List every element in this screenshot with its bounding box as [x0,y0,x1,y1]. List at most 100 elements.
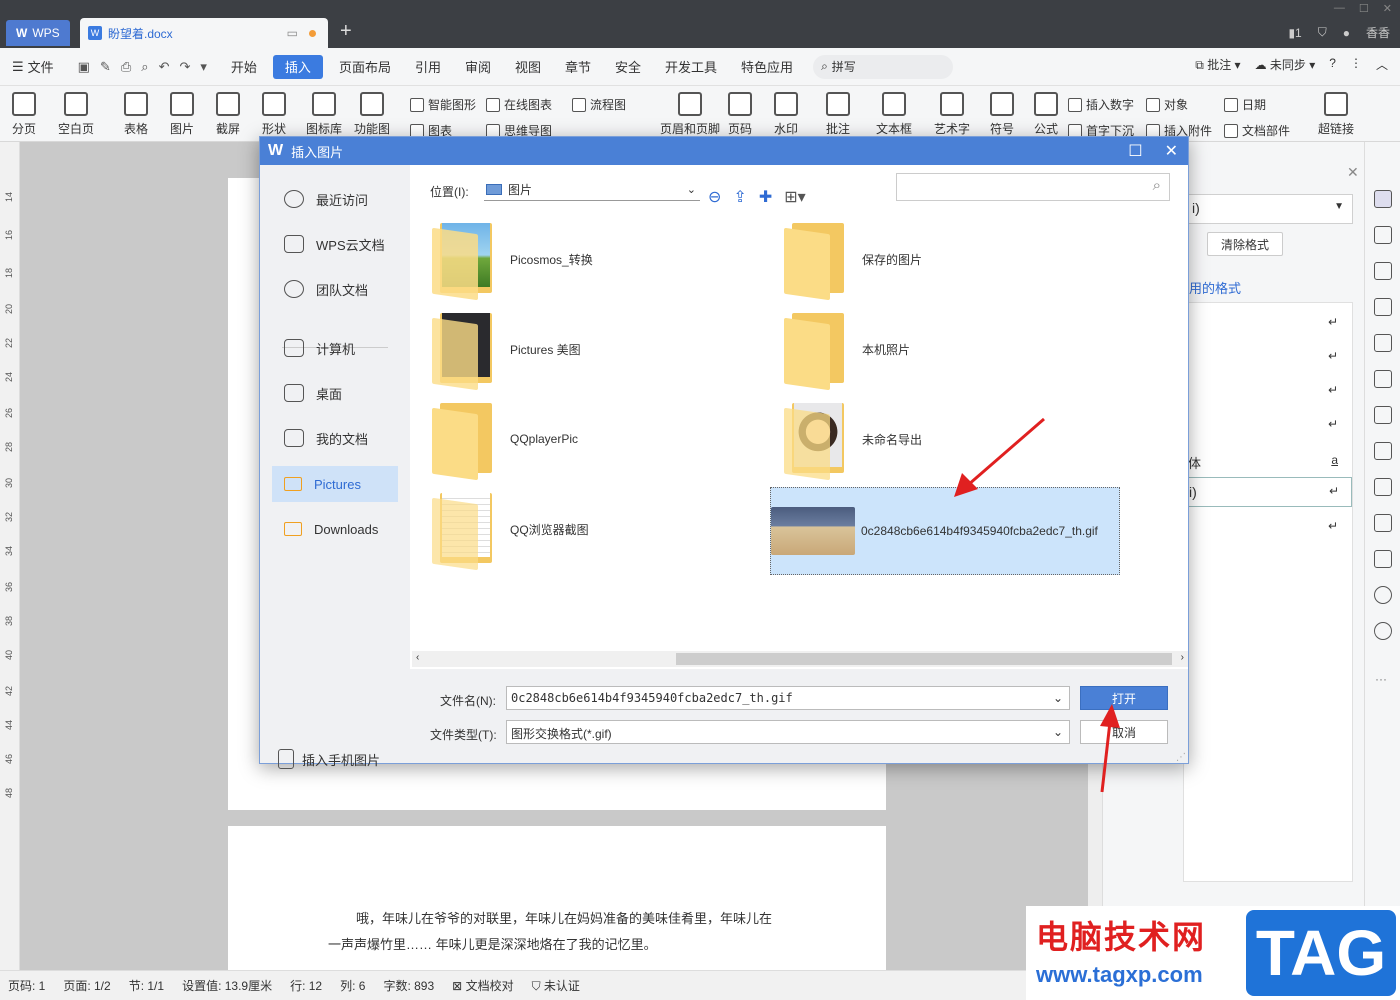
close-icon[interactable]: ✕ [1165,141,1178,161]
style-entry-text[interactable]: 体 [1188,453,1201,472]
command-search[interactable]: ⌕ 拼写 [813,54,954,79]
online-chart-button[interactable]: 在线图表 [486,96,552,113]
status-pages[interactable]: 页面: 1/2 [63,977,110,994]
translate-icon[interactable] [1374,442,1392,460]
fill-icon[interactable] [1374,298,1392,316]
sidebar-item-pictures[interactable]: Pictures [272,466,398,502]
file-item-saved-pictures[interactable]: 保存的图片 [772,215,1122,303]
history-icon[interactable] [1374,586,1392,604]
sidebar-item-desktop[interactable]: 桌面 [272,375,398,411]
up-folder-icon[interactable]: ⇪ [733,187,746,207]
scrollbar-thumb[interactable] [676,653,1172,665]
char-style-icon[interactable]: a [1331,453,1338,467]
tab-insert[interactable]: 插入 [272,54,323,79]
new-tab-button[interactable]: + [340,20,352,43]
user-avatar[interactable]: ● [1343,26,1350,40]
page-break-button[interactable]: 分页 [12,92,36,137]
new-folder-icon[interactable]: ✚ [759,187,772,207]
undo-icon[interactable]: ↶ [159,59,170,75]
file-list-scrollbar[interactable]: ‹ › [412,651,1188,667]
shapes-icon[interactable] [1374,262,1392,280]
date-button[interactable]: 日期 [1224,96,1266,113]
monitor-icon[interactable]: ▭ [287,26,298,40]
document-paragraph-line-1[interactable]: 哦，年味儿在爷爷的对联里，年味儿在妈妈准备的美味佳肴里，年味儿在 [328,906,798,932]
sync-button[interactable]: ☁ 未同步 ▾ [1255,56,1316,73]
annotate-button[interactable]: ⧉ 批注 ▾ [1195,56,1240,73]
style-select[interactable]: i) ▼ [1183,194,1353,224]
page-number-button[interactable]: 页码 [728,92,752,137]
pointer-icon[interactable] [1374,226,1392,244]
style-entry-selected[interactable]: i) ↵ [1184,477,1352,507]
user-name[interactable]: 香香 [1366,24,1390,41]
sidebar-item-my-documents[interactable]: 我的文档 [272,420,398,456]
paragraph-mark-icon[interactable]: ↵ [1328,417,1338,431]
sidebar-item-team-docs[interactable]: 团队文档 [272,271,398,307]
certification-button[interactable]: ⛉ 未认证 [532,977,580,994]
file-item-picosmos[interactable]: Picosmos_转换 [420,215,770,303]
tab-references[interactable]: 引用 [403,55,453,79]
file-item-pictures-meitu[interactable]: Pictures 美图 [420,305,770,393]
object-button[interactable]: 对象 [1146,96,1188,113]
minimize-icon[interactable]: — [1334,2,1345,15]
view-mode-icon[interactable]: ⊞▾ [784,187,805,207]
image-tool-icon[interactable] [1374,514,1392,532]
format-painter-icon[interactable]: ✎ [100,59,111,75]
file-item-qqplayerpic[interactable]: QQplayerPic [420,395,770,483]
help-icon[interactable]: ? [1329,56,1336,73]
sliders-icon[interactable] [1374,370,1392,388]
help-circle-icon[interactable] [1374,622,1392,640]
document-paragraph-line-2[interactable]: 一声声爆竹里…… 年味儿更是深深地烙在了我的记忆里。 [328,932,798,958]
location-select[interactable]: 图片 ⌄ [484,179,700,201]
flowchart-button[interactable]: 流程图 [572,96,626,113]
file-item-qq-browser-screenshots[interactable]: QQ浏览器截图 [420,485,770,573]
save-icon[interactable]: ▣ [78,59,90,75]
header-footer-button[interactable]: 页眉和页脚 [660,92,720,137]
collapse-ribbon-icon[interactable]: ︿ [1376,56,1388,73]
table-tool-icon[interactable] [1374,334,1392,352]
tab-special[interactable]: 特色应用 [729,55,805,79]
more-dots-icon[interactable]: ··· [1375,672,1387,686]
back-icon[interactable]: ⊖ [708,187,721,207]
redo-icon[interactable]: ↷ [179,59,190,75]
file-item-local-photos[interactable]: 本机照片 [772,305,1122,393]
picture-button[interactable]: 图片 [170,92,194,137]
file-menu[interactable]: ☰ 文件 [0,55,66,79]
function-chart-button[interactable]: 功能图 [354,92,390,137]
watermark-button[interactable]: 水印 [774,92,798,137]
tab-review[interactable]: 审阅 [453,55,503,79]
file-search-input[interactable]: ⌕ [896,173,1170,201]
comment-button[interactable]: 批注 [826,92,850,137]
preview-icon[interactable]: ⌕ [141,59,148,75]
tab-page-layout[interactable]: 页面布局 [327,55,403,79]
panel-close-icon[interactable]: ✕ [1347,164,1359,181]
shield-icon[interactable] [1374,550,1392,568]
tab-home[interactable]: 开始 [219,55,269,79]
textbox-button[interactable]: 文本框 [876,92,912,137]
page-count-icon[interactable]: ▮1 [1288,26,1301,40]
filename-input[interactable]: 0c2848cb6e614b4f9345940fcba2edc7_th.gif … [506,686,1070,710]
sidebar-item-wps-cloud[interactable]: WPS云文档 [272,226,398,262]
resize-grip-icon[interactable]: ⋰ [1176,752,1186,763]
shirt-icon[interactable]: ⛉ [1318,25,1327,40]
tab-security[interactable]: 安全 [603,55,653,79]
paragraph-mark-icon[interactable]: ↵ [1328,349,1338,363]
wordart-button[interactable]: 艺术字 [934,92,970,137]
icon-library-button[interactable]: 图标库 [306,92,342,137]
chevron-left-icon[interactable]: ‹ [416,652,419,663]
sidebar-item-recent[interactable]: 最近访问 [272,181,398,217]
blank-page-button[interactable]: 空白页 [58,92,94,137]
filetype-select[interactable]: 图形交换格式(*.gif) ⌄ [506,720,1070,744]
table-button[interactable]: 表格 [124,92,148,137]
maximize-icon[interactable]: ☐ [1359,2,1369,15]
sidebar-item-downloads[interactable]: Downloads [272,511,398,547]
close-icon[interactable]: ✕ [1383,2,1392,15]
print-icon[interactable]: ⎙ [121,59,131,75]
chevron-right-icon[interactable]: › [1181,652,1184,663]
tab-view[interactable]: 视图 [503,55,553,79]
more-icon[interactable]: ⋮ [1350,56,1362,73]
proofread-button[interactable]: ⊠ 文档校对 [452,977,513,994]
doc-parts-button[interactable]: 文档部件 [1224,122,1290,139]
screenshot-button[interactable]: 截屏 [216,92,240,137]
symbol-button[interactable]: 符号 [990,92,1014,137]
insert-phone-picture-button[interactable]: 插入手机图片 [278,749,380,769]
